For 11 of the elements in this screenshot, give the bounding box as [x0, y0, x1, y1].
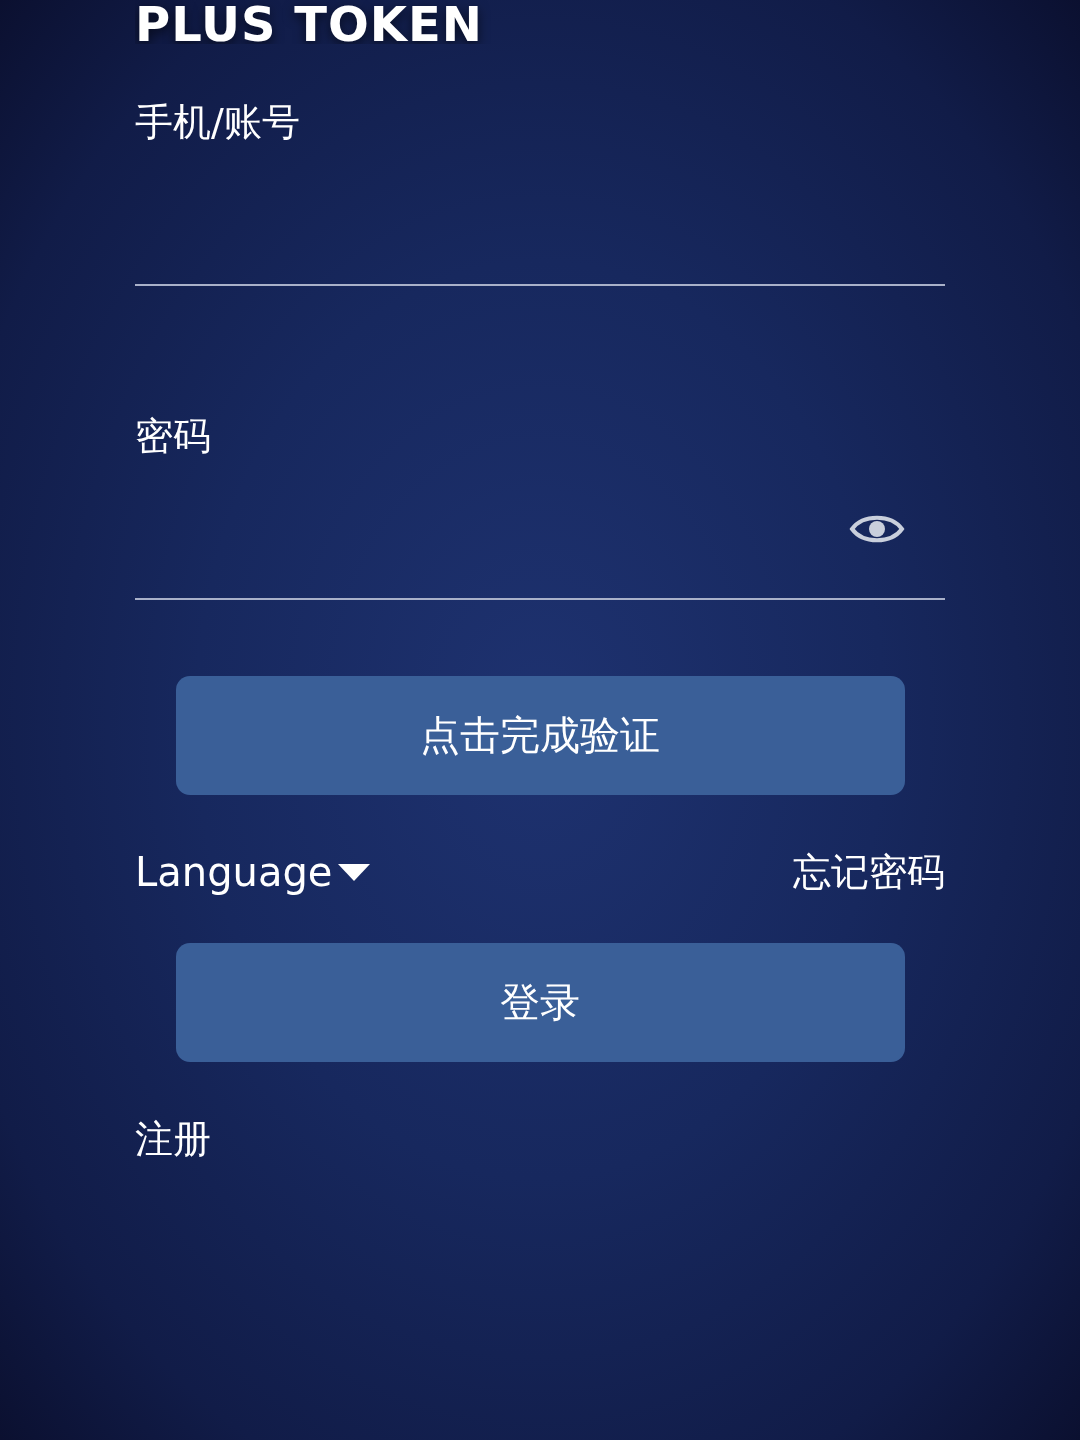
- logo-text: PLUS TOKEN: [135, 0, 483, 44]
- input-field[interactable]: 手机/账号: [135, 44, 945, 286]
- verify-button[interactable]: 点击完成验证: [175, 676, 905, 795]
- login-button[interactable]: 登录: [175, 943, 905, 1062]
- field-label: 密码: [135, 413, 211, 460]
- field-label: 手机/账号: [135, 99, 300, 146]
- forgot-password-link[interactable]: 忘记密码: [793, 846, 945, 898]
- input-field[interactable]: 密码: [135, 286, 945, 600]
- language-selector[interactable]: Language: [135, 849, 373, 895]
- caret-icon: [336, 861, 373, 883]
- register-link[interactable]: 注册: [135, 1114, 211, 1165]
